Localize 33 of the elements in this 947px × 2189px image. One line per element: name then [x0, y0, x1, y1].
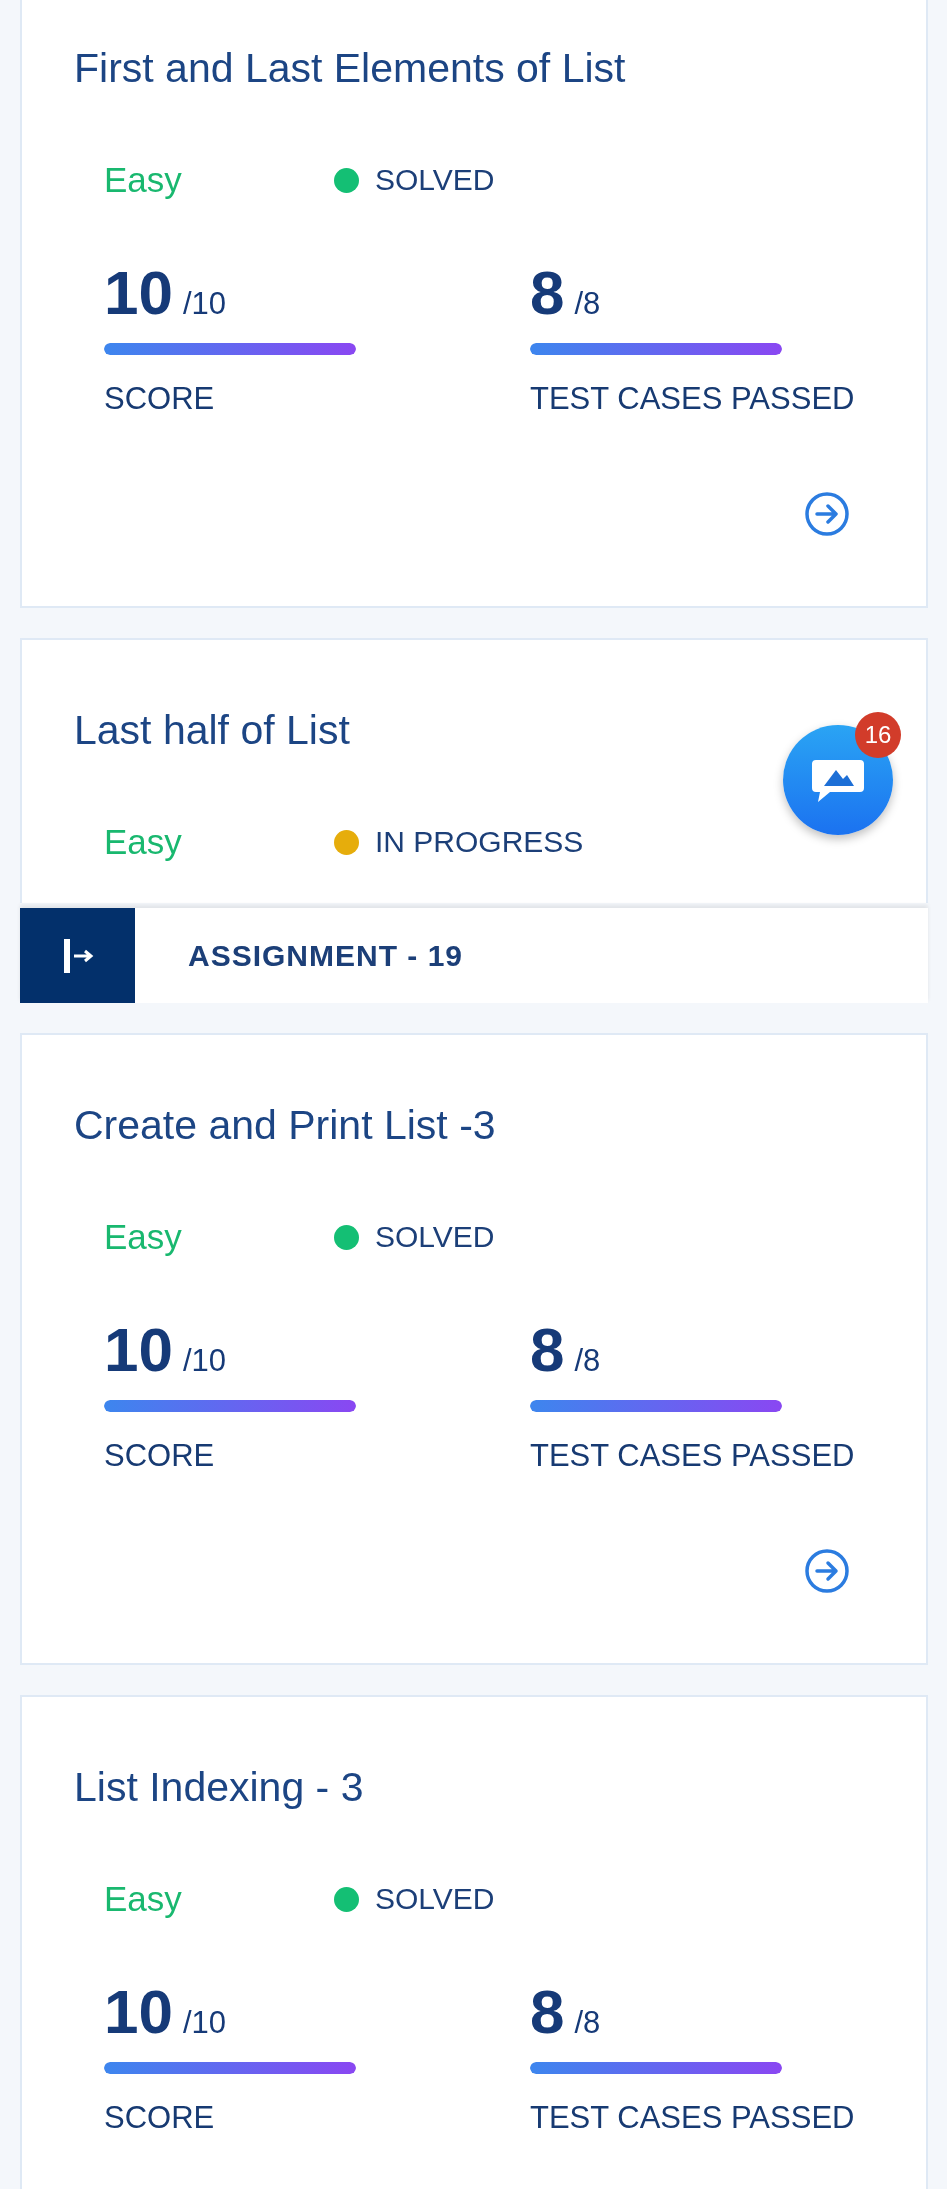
status-label: IN PROGRESS: [375, 825, 584, 859]
stat-total: /8: [574, 1343, 601, 1379]
stat-value: 8: [530, 261, 565, 325]
difficulty-label: Easy: [104, 1879, 183, 1919]
stat-label: SCORE: [104, 1438, 215, 1474]
status-label: SOLVED: [375, 1220, 495, 1254]
stat-label: TEST CASES PASSED: [530, 1438, 855, 1474]
stat-value: 10: [104, 1980, 173, 2044]
stat-label: TEST CASES PASSED: [530, 2100, 855, 2136]
stat-total: /10: [182, 1343, 227, 1379]
status-label: SOLVED: [375, 163, 495, 197]
arrow-circle-icon[interactable]: [804, 491, 850, 537]
difficulty-label: Easy: [104, 822, 183, 862]
stat-total: /10: [182, 286, 227, 322]
assignment-title: ASSIGNMENT - 19: [188, 938, 464, 973]
stat-total: /8: [574, 2005, 601, 2041]
stat-label: SCORE: [104, 2100, 215, 2136]
stat-value: 8: [530, 1318, 565, 1382]
stat-total: /10: [182, 2005, 227, 2041]
problem-title[interactable]: First and Last Elements of List: [74, 44, 626, 92]
stat-label: TEST CASES PASSED: [530, 381, 855, 417]
stat-value: 10: [104, 261, 173, 325]
difficulty-label: Easy: [104, 160, 183, 200]
stat-value: 8: [530, 1980, 565, 2044]
stat-label: SCORE: [104, 381, 215, 417]
arrow-circle-icon[interactable]: [804, 1548, 850, 1594]
problem-title[interactable]: Last half of List: [74, 706, 350, 754]
difficulty-label: Easy: [104, 1217, 183, 1257]
stat-value: 10: [104, 1318, 173, 1382]
stat-total: /8: [574, 286, 601, 322]
problem-title[interactable]: List Indexing - 3: [74, 1763, 364, 1811]
problem-title[interactable]: Create and Print List -3: [74, 1101, 496, 1149]
status-label: SOLVED: [375, 1882, 495, 1916]
